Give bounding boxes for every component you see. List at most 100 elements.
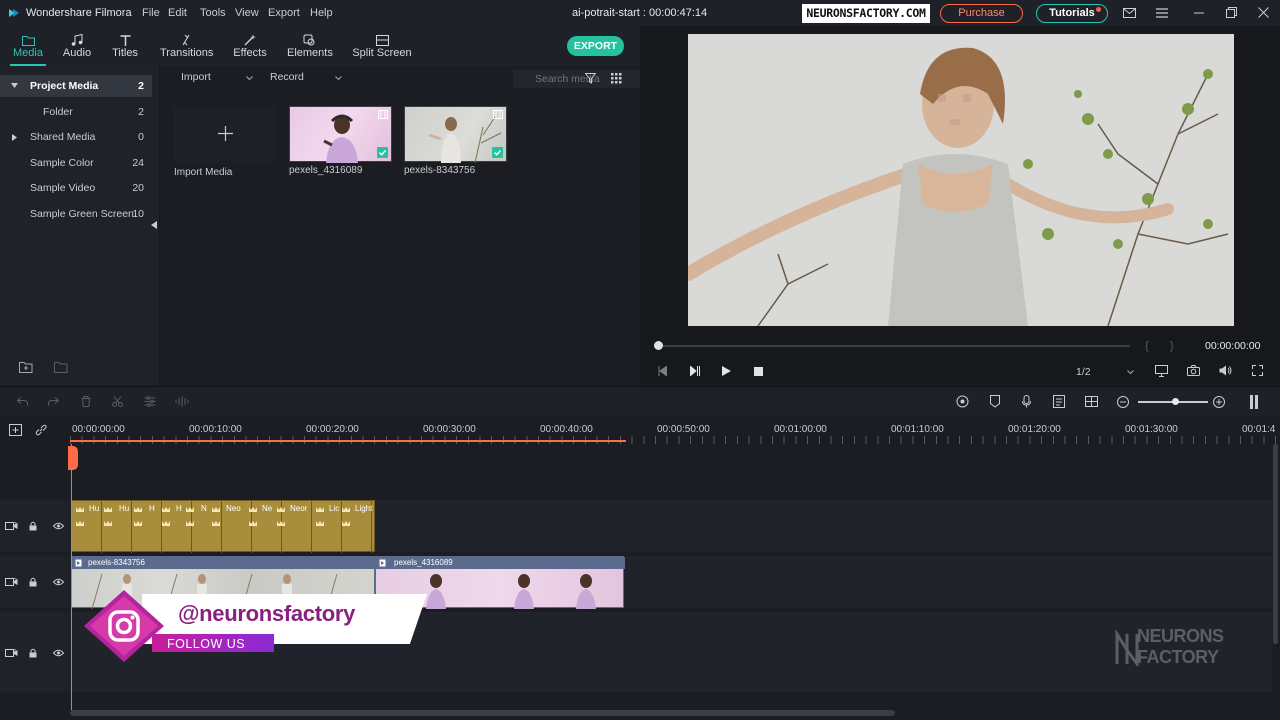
mark-out-bracket-icon[interactable]: } (1170, 340, 1174, 352)
purchase-button[interactable]: Purchase (940, 4, 1023, 23)
project-title: ai-potrait-start : 00:00:47:14 (572, 7, 708, 19)
zoom-out-icon[interactable] (1117, 396, 1129, 408)
snapshot-camera-icon[interactable] (1187, 365, 1200, 376)
library-item-count: 0 (138, 131, 144, 143)
link-icon[interactable] (35, 424, 47, 436)
menu-help[interactable]: Help (310, 7, 333, 19)
library-item-label: Project Media (30, 80, 99, 92)
library-item-sample-color[interactable]: Sample Color 24 (0, 152, 152, 174)
stop-icon[interactable] (754, 367, 763, 376)
zoom-slider-handle[interactable] (1172, 398, 1179, 405)
track-header-3: 3 (0, 500, 70, 552)
folder-icon[interactable] (54, 361, 68, 373)
tab-transitions[interactable]: Transitions (160, 26, 213, 66)
tab-split-screen[interactable]: Split Screen (352, 26, 412, 66)
ruler-label: 00:01:00:00 (774, 424, 827, 435)
ruler-label: 00:01:4 (1242, 424, 1276, 435)
tab-titles[interactable]: Titles (110, 26, 140, 66)
eye-icon[interactable] (53, 649, 64, 657)
media-library-panel: Project Media 2 Folder 2 Shared Media 0 … (0, 66, 160, 385)
minimize-icon[interactable] (1194, 12, 1204, 14)
record-dropdown[interactable]: Record (270, 71, 342, 87)
fullscreen-icon[interactable] (1252, 365, 1263, 376)
adjust-sliders-icon[interactable] (144, 396, 156, 407)
snapshot-frame-icon[interactable] (1085, 396, 1098, 407)
marker-icon[interactable] (990, 395, 1000, 408)
library-item-folder[interactable]: Folder 2 (0, 101, 152, 123)
tutorials-button[interactable]: Tutorials (1036, 4, 1108, 23)
library-item-label: Shared Media (30, 131, 96, 143)
mail-icon[interactable] (1123, 8, 1136, 18)
tab-elements[interactable]: Elements (287, 26, 333, 66)
import-dropdown[interactable]: Import (181, 71, 253, 87)
menu-view[interactable]: View (235, 7, 259, 19)
eye-icon[interactable] (53, 522, 64, 530)
render-settings-icon[interactable] (956, 395, 969, 408)
hamburger-menu-icon[interactable] (1156, 8, 1168, 18)
mark-in-bracket-icon[interactable]: { (1145, 340, 1149, 352)
lock-icon[interactable] (29, 648, 37, 658)
chevron-down-icon[interactable] (1127, 370, 1134, 375)
lock-icon[interactable] (29, 577, 37, 587)
pause-bar-icon[interactable] (1255, 395, 1258, 409)
playhead-handle[interactable] (68, 446, 78, 470)
close-icon[interactable] (1258, 7, 1269, 18)
playback-quality-dropdown[interactable]: 1/2 (1076, 366, 1091, 378)
filter-icon[interactable] (585, 73, 596, 84)
menu-tools[interactable]: Tools (200, 7, 226, 19)
cut-scissors-icon[interactable] (112, 396, 123, 407)
export-button[interactable]: EXPORT (567, 36, 624, 56)
audio-waveform-icon[interactable] (175, 396, 189, 407)
tab-media[interactable]: Media (10, 26, 46, 66)
collapse-arrow-icon[interactable] (12, 134, 17, 141)
eye-icon[interactable] (53, 578, 64, 586)
library-item-sample-green-screen[interactable]: Sample Green Screen 10 (0, 203, 152, 225)
lock-icon[interactable] (29, 521, 37, 531)
title-clips-group[interactable]: Hu Hu H H N Neo Ne Neor Lic Light (71, 500, 376, 553)
menu-export[interactable]: Export (268, 7, 300, 19)
grid-view-icon[interactable] (611, 73, 622, 84)
render-progress-line (70, 440, 626, 442)
expand-arrow-icon[interactable] (11, 83, 18, 89)
media-thumbnail[interactable] (289, 106, 392, 163)
thumbnail-person-image (323, 114, 358, 163)
redo-icon[interactable] (48, 397, 59, 406)
delete-icon[interactable] (81, 396, 91, 407)
play-icon[interactable] (722, 366, 731, 376)
library-item-sample-video[interactable]: Sample Video 20 (0, 177, 152, 199)
preview-scrubber[interactable] (658, 345, 1130, 347)
track-number: 1 (13, 649, 17, 656)
menu-edit[interactable]: Edit (168, 7, 187, 19)
ruler-label: 00:00:40:00 (540, 424, 593, 435)
library-item-project-media[interactable]: Project Media 2 (0, 75, 152, 97)
media-thumbnail[interactable] (404, 106, 507, 163)
microphone-icon[interactable] (1022, 395, 1031, 408)
vertical-scrollbar[interactable] (1273, 444, 1278, 644)
volume-icon[interactable] (1219, 365, 1232, 376)
pause-bar-icon[interactable] (1250, 395, 1253, 409)
collapse-panel-icon[interactable] (151, 221, 157, 229)
zoom-in-icon[interactable] (1213, 396, 1225, 408)
restore-icon[interactable] (1226, 7, 1237, 18)
horizontal-scrollbar[interactable] (70, 710, 895, 716)
tab-audio[interactable]: Audio (60, 26, 94, 66)
undo-icon[interactable] (17, 397, 28, 406)
import-media-tile[interactable] (174, 106, 277, 162)
ruler-label: 00:00:50:00 (657, 424, 710, 435)
voiceover-icon[interactable] (1053, 395, 1065, 408)
ruler-label: 00:01:20:00 (1008, 424, 1061, 435)
preview-timecode: 00:00:00:00 (1205, 340, 1261, 352)
ruler-label: 00:00:20:00 (306, 424, 359, 435)
menu-file[interactable]: File (142, 7, 160, 19)
display-settings-icon[interactable] (1155, 365, 1168, 377)
play-pause-icon[interactable] (690, 366, 700, 376)
library-item-shared-media[interactable]: Shared Media 0 (0, 126, 152, 148)
new-folder-icon[interactable] (19, 361, 33, 373)
scrubber-handle[interactable] (654, 341, 663, 350)
playhead-line[interactable] (71, 444, 72, 710)
tab-effects[interactable]: Effects (232, 26, 268, 66)
social-follow-overlay: @neuronsfactory FOLLOW US (82, 590, 427, 662)
timeline-ruler[interactable]: 00:00:00:00 00:00:10:00 00:00:20:00 00:0… (0, 416, 1280, 444)
previous-frame-icon[interactable] (658, 366, 667, 376)
add-track-icon[interactable] (9, 424, 22, 436)
